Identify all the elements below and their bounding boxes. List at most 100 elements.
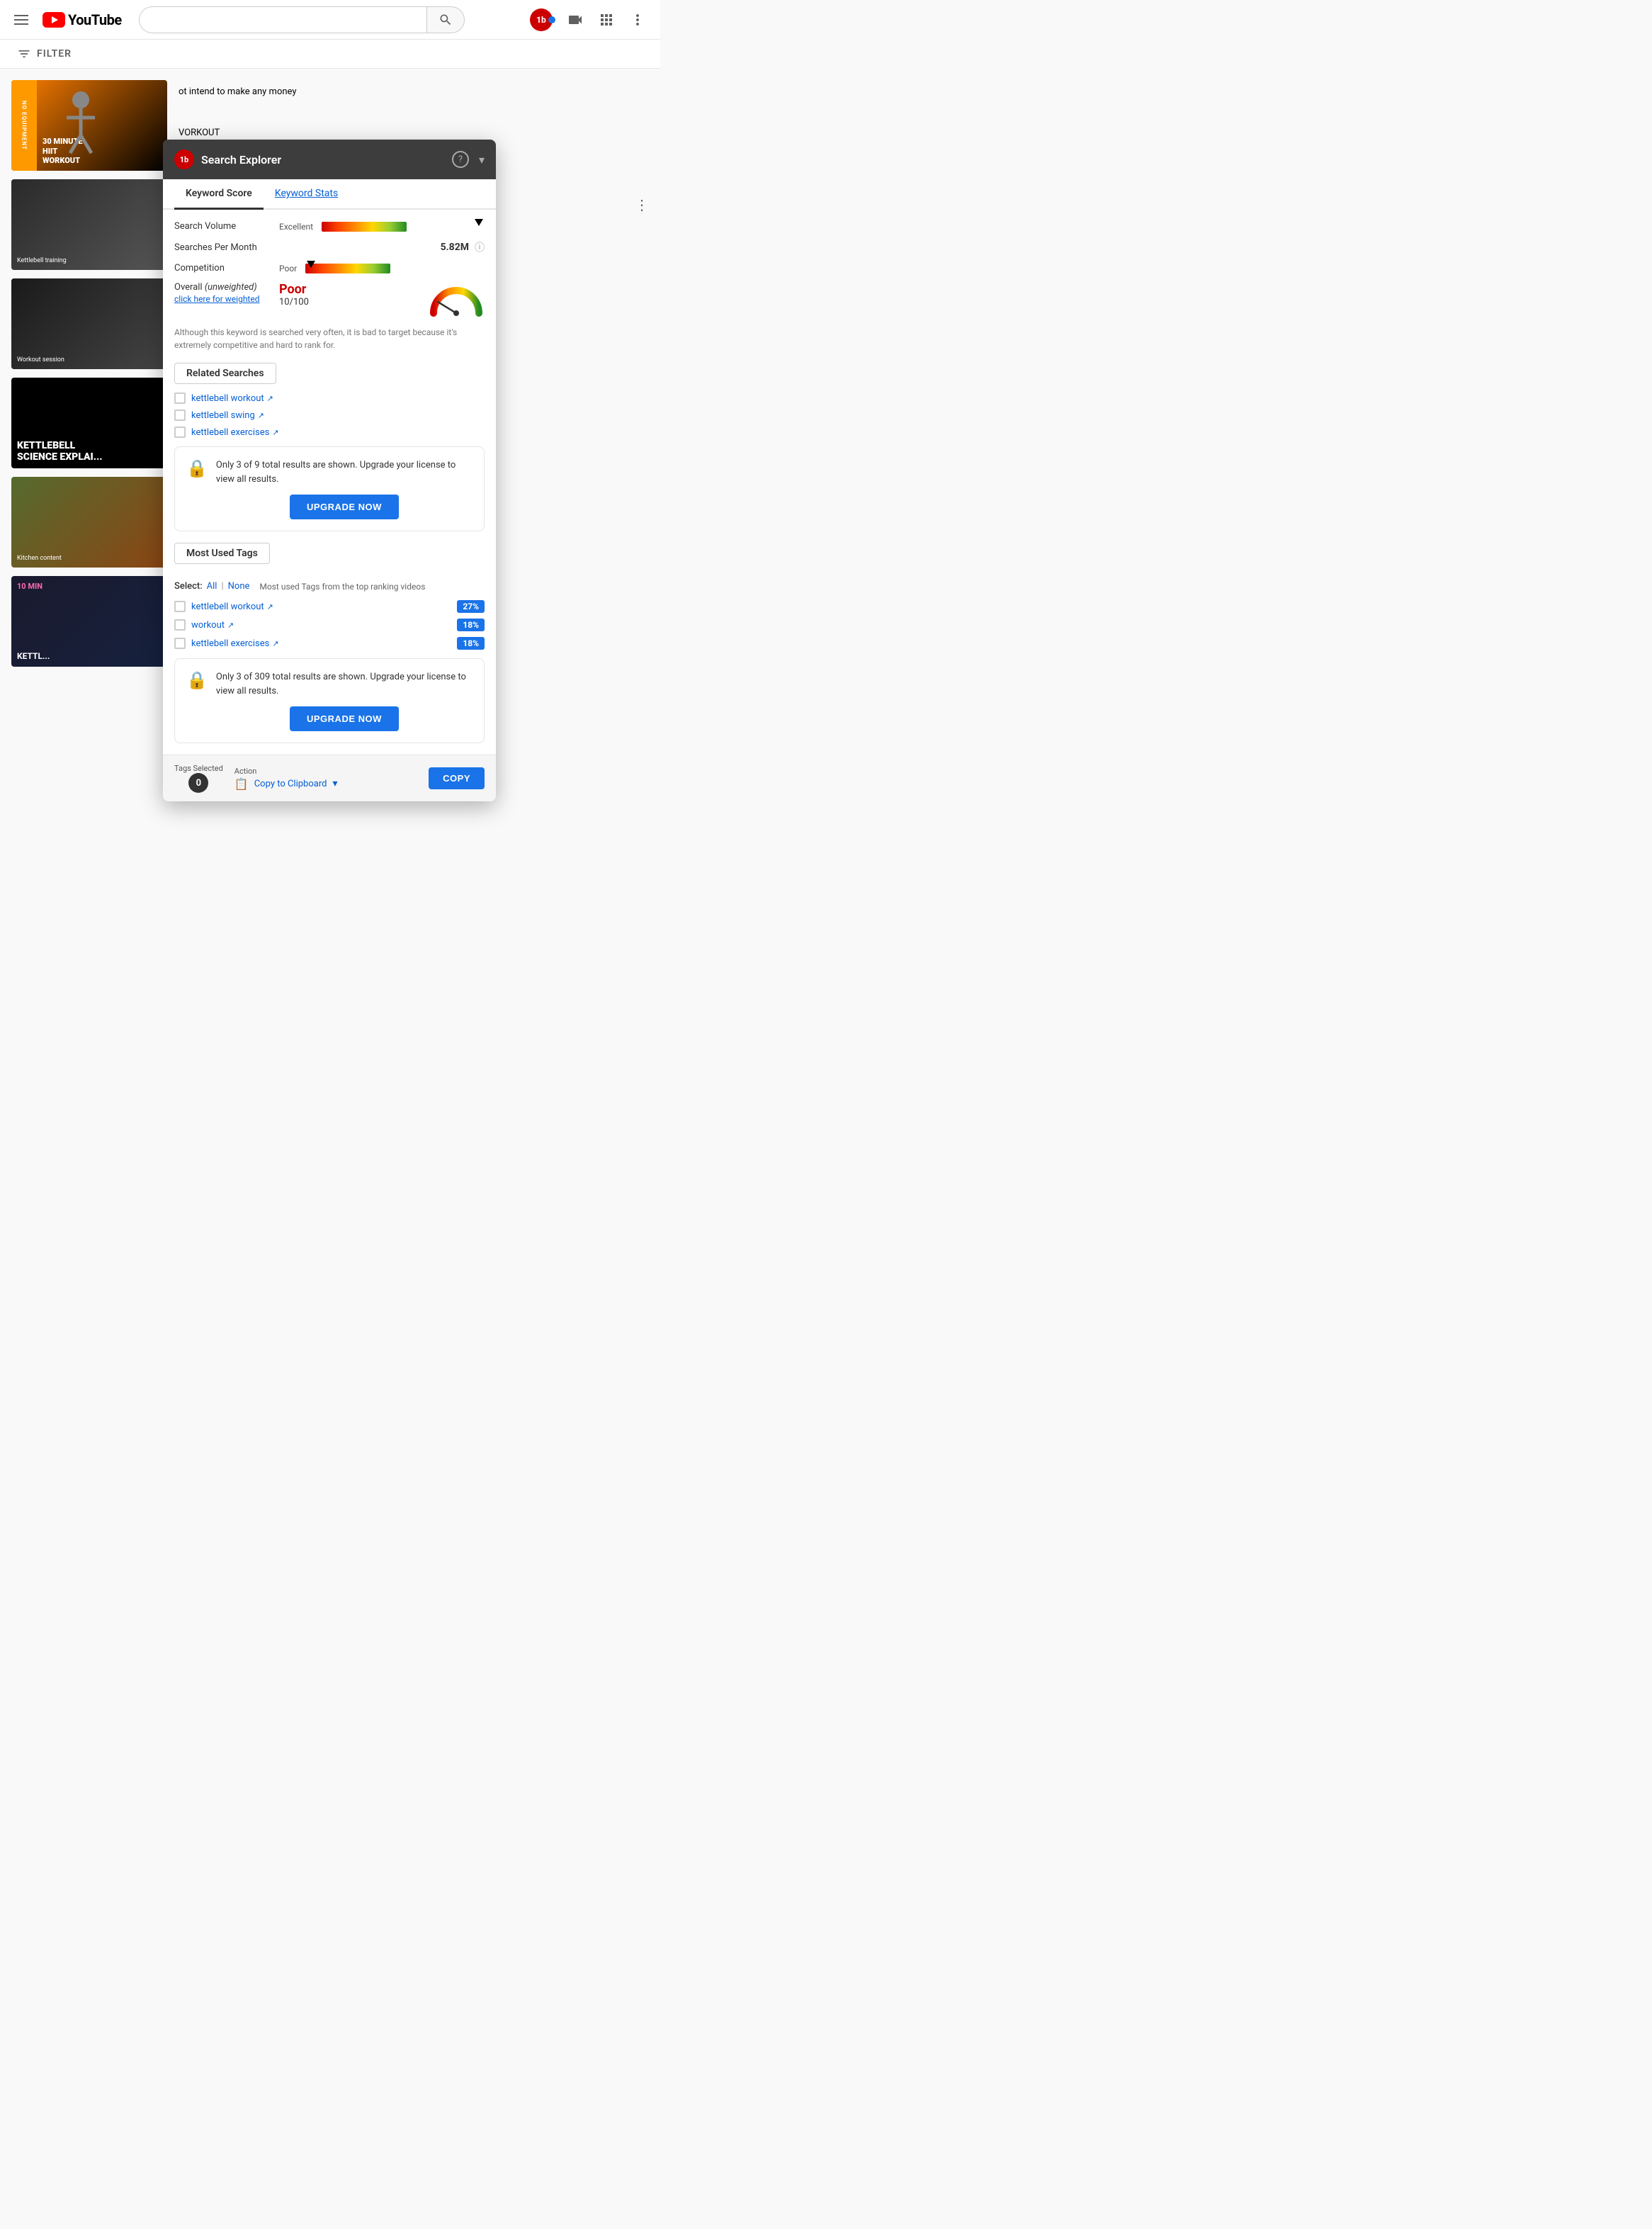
related-searches-list: kettlebell workout ↗ kettlebell swing ↗ [174,393,485,438]
action-label: Action [234,767,338,776]
tag-item: kettlebell workout ↗ 27% [174,600,485,613]
tags-selected-section: Tags Selected 0 [174,764,223,793]
tag-percentage-bar: 18% [457,619,485,631]
tag-checkbox[interactable] [174,638,186,649]
filter-icon [17,47,31,61]
thumb-figure [45,86,102,159]
search-button[interactable] [426,6,465,33]
tag-item: workout ↗ 18% [174,619,485,631]
most-used-tags-upgrade-button[interactable]: UPGRADE NOW [290,706,399,731]
search-volume-marker [475,219,483,226]
tag-link[interactable]: kettlebell workout ↗ [191,602,451,612]
video-thumbnail[interactable]: Workout session [11,278,167,369]
thumb-text: Kettlebell training [17,257,67,264]
modal-footer: Tags Selected 0 Action 📋 Copy to Clipboa… [163,755,496,801]
tag-item: kettlebell workout ↗ [174,393,485,404]
external-link-icon: ↗ [272,428,278,437]
notification-dot [548,16,555,23]
help-button[interactable]: ? [452,151,469,168]
tag-checkbox[interactable] [174,619,186,631]
upgrade-content-2: 🔒 Only 3 of 309 total results are shown.… [186,670,473,731]
chevron-down-icon[interactable]: ▾ [479,153,485,167]
tag-checkbox[interactable] [174,427,186,438]
tag-checkbox[interactable] [174,410,186,421]
upgrade-content: 🔒 Only 3 of 9 total results are shown. U… [186,458,473,519]
upgrade-text-2: Only 3 of 309 total results are shown. U… [216,670,473,698]
video-thumbnail[interactable]: KETTLEBELLSCIENCE EXPLAI... [11,378,167,468]
video-title-item: ot intend to make any money [179,86,649,98]
tag-label: kettlebell exercises [191,638,269,649]
create-video-button[interactable] [564,9,587,31]
gauge-chart [428,282,485,317]
competition-marker [307,261,315,268]
tag-percentage: 18% [457,637,485,650]
thumb-text: KETTLEBELLSCIENCE EXPLAI... [17,441,162,463]
select-none-link[interactable]: None [228,581,250,592]
most-used-tags-upgrade-box: 🔒 Only 3 of 309 total results are shown.… [174,658,485,743]
competition-rating: Poor [279,264,297,273]
weighted-link[interactable]: click here for weighted [174,294,273,304]
copy-to-clipboard-link[interactable]: Copy to Clipboard [254,779,327,789]
search-volume-row: Search Volume Excellent [174,221,485,232]
search-input[interactable]: kettlebell [139,6,426,33]
search-volume-color-bar [322,222,407,232]
tag-percentage: 18% [457,619,485,631]
apps-button[interactable] [595,9,618,31]
more-options-button[interactable] [626,9,649,31]
tab-keyword-stats[interactable]: Keyword Stats [264,179,349,210]
copy-button[interactable]: COPY [429,767,485,789]
header-right: 1b [530,9,649,31]
modal-header: 1b Search Explorer ? ▾ [163,140,496,179]
related-searches-title: Related Searches [174,363,276,384]
filter-bar: FILTER [0,40,660,69]
tag-label: kettlebell exercises [191,427,269,438]
tag-link[interactable]: workout ↗ [191,620,451,631]
youtube-logo[interactable]: YouTube [43,11,122,28]
tab-keyword-score[interactable]: Keyword Score [174,179,264,210]
video-list: NO EQUIPMENT 30 MINUTEHIITWORKOUT Kettle… [11,80,167,837]
searches-per-month-label: Searches Per Month [174,242,273,253]
three-dot-menu[interactable]: ⋮ [635,196,649,213]
tag-item: kettlebell swing ↗ [174,410,485,421]
most-used-tags-title-wrap: Most Used Tags [174,543,485,572]
video-thumbnail[interactable]: NO EQUIPMENT 30 MINUTEHIITWORKOUT [11,80,167,171]
searches-per-month-value: 5.82M [441,242,469,253]
tag-checkbox[interactable] [174,393,186,404]
thumb-text-pink: 10 MIN [17,582,43,591]
info-icon[interactable]: ⓘ [475,240,485,254]
hamburger-menu-button[interactable] [11,12,31,28]
related-searches-section: Related Searches kettlebell workout ↗ ke… [174,363,485,531]
select-all-link[interactable]: All [207,581,217,592]
copy-dropdown-icon[interactable]: ▾ [332,778,337,789]
tag-link[interactable]: kettlebell exercises ↗ [191,427,485,438]
video-title-item: VORKOUT [179,127,649,140]
competition-color-bar [305,264,390,273]
hamburger-icon [14,15,28,25]
tag-item: kettlebell exercises ↗ 18% [174,637,485,650]
tag-checkbox[interactable] [174,601,186,612]
video-thumbnail[interactable]: 10 MIN KETTL... [11,576,167,667]
clipboard-icon: 📋 [234,777,249,791]
most-used-tags-section: Most Used Tags Select: All | None Most u… [174,543,485,743]
search-bar: kettlebell [139,6,465,33]
tags-separator: | [221,581,223,592]
upgrade-text-block-2: Only 3 of 309 total results are shown. U… [216,670,473,731]
tags-selected-count: 0 [188,773,208,793]
tag-link[interactable]: kettlebell exercises ↗ [191,638,451,649]
upgrade-btn-wrap-2: UPGRADE NOW [216,706,473,731]
youtube-wordmark: YouTube [68,11,122,28]
apps-icon [598,11,615,28]
search-volume-label: Search Volume [174,221,273,232]
video-thumbnail[interactable]: Kitchen content [11,477,167,568]
video-thumbnail[interactable]: Kettlebell training [11,179,167,270]
tag-link[interactable]: kettlebell swing ↗ [191,410,485,421]
lock-icon: 🔒 [186,670,208,690]
search-volume-bar-wrap [322,222,485,232]
overall-right: Poor 10/100 [279,282,422,307]
external-link-icon: ↗ [267,602,273,611]
tag-link[interactable]: kettlebell workout ↗ [191,393,485,404]
related-searches-upgrade-button[interactable]: UPGRADE NOW [290,495,399,519]
overall-score: 10/100 [279,297,422,307]
copy-row: 📋 Copy to Clipboard ▾ [234,777,338,791]
external-link-icon: ↗ [227,621,234,630]
